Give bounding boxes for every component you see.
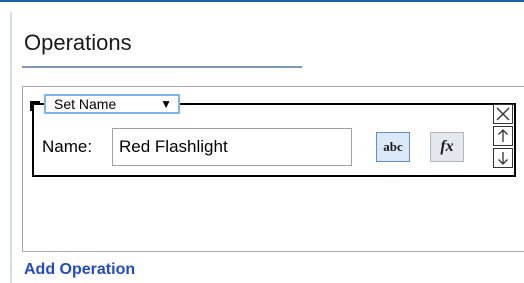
text-mode-label: abc <box>383 139 403 154</box>
operation-block-corner <box>30 101 40 111</box>
operation-side-controls <box>493 104 513 170</box>
operations-panel-page: Operations Set Name ▼ Name: abc fx <box>0 0 524 283</box>
formula-icon: fx <box>440 138 454 155</box>
top-border <box>0 0 524 2</box>
section-title: Operations <box>24 30 132 55</box>
text-mode-button[interactable]: abc <box>376 132 410 162</box>
operation-type-select[interactable]: Set Name ▼ <box>44 94 180 114</box>
name-label: Name: <box>42 137 93 156</box>
left-divider <box>10 12 12 283</box>
formula-button[interactable]: fx <box>430 132 464 162</box>
title-underline <box>22 66 302 68</box>
name-input[interactable] <box>112 128 352 166</box>
move-up-button[interactable] <box>493 126 513 146</box>
arrow-up-icon <box>498 129 508 142</box>
add-operation-link[interactable]: Add Operation <box>24 260 135 280</box>
remove-operation-button[interactable] <box>493 104 513 124</box>
operation-type-value: Set Name <box>54 96 117 112</box>
arrow-down-icon <box>498 152 508 165</box>
caret-down-icon: ▼ <box>160 97 172 111</box>
close-icon <box>496 107 510 121</box>
move-down-button[interactable] <box>493 148 513 168</box>
